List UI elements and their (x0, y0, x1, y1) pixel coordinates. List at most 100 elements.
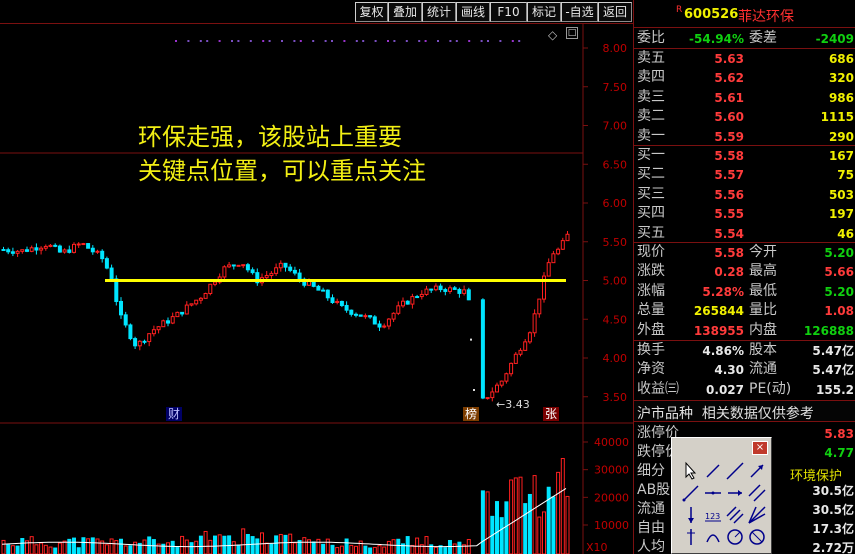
volume-bar (335, 547, 340, 554)
candle-body (532, 313, 537, 334)
sell-level-volume: 1115 (820, 110, 854, 125)
volume-bar (509, 479, 514, 554)
volume-bar (10, 545, 15, 554)
annotation-line-2: 关键点位置，可以重点关注 (138, 157, 426, 185)
arrow-tool-icon[interactable] (680, 504, 702, 526)
pointer-tool-icon[interactable] (680, 460, 702, 482)
fan-tool-icon[interactable] (746, 504, 768, 526)
volume-chart[interactable]: 40000 30000 20000 10000 X10 (0, 424, 633, 554)
indicator-dot (387, 40, 389, 42)
candle-body (86, 243, 91, 249)
ellipse-tool-icon[interactable] (746, 526, 768, 548)
sell-level-volume: 320 (828, 71, 854, 86)
quote-stat-row: 总量 265844 量比 1.08 (634, 301, 855, 320)
volume-bar (194, 540, 199, 554)
candle-body (527, 332, 532, 343)
candle-body (203, 292, 208, 299)
diamond-icon[interactable]: ◇ (548, 28, 557, 42)
candle-body (222, 266, 227, 278)
cycle-line-tool-icon[interactable] (680, 526, 702, 548)
indicator-dot (206, 40, 209, 42)
draw-line-button[interactable]: 画线 (456, 2, 490, 22)
indicator-dot (262, 40, 265, 42)
drawing-toolbox[interactable]: × 123 (671, 437, 772, 554)
volume-bar (452, 543, 457, 554)
stat-value-left: 265844 (693, 304, 744, 319)
candlestick-chart[interactable]: 8.00 7.50 7.00 6.50 6.00 5.50 5.00 4.50 4.00 3.50 (0, 24, 633, 424)
candle-body (415, 296, 420, 299)
channel-tool-icon[interactable] (724, 504, 746, 526)
volume-bar (90, 537, 95, 554)
text-tool-icon[interactable]: 123 (702, 504, 724, 526)
indicator-dot (449, 40, 452, 42)
close-box-icon[interactable]: □ (566, 27, 578, 39)
back-button[interactable]: 返回 (598, 2, 632, 22)
horizontal-line-tool-icon[interactable] (702, 482, 724, 504)
buy-level-label: 买五 (637, 224, 665, 241)
trend-line-tool-icon[interactable] (680, 482, 702, 504)
candle-body (109, 267, 114, 280)
candle-body (311, 280, 316, 287)
indicator-dot (293, 40, 296, 42)
candle-body (349, 309, 354, 315)
volume-bar (377, 545, 382, 554)
y-tick-label: 6.50 (603, 158, 628, 171)
stat-value-right: 1.08 (824, 304, 854, 319)
annotation-line-1: 环保走强，该股站上重要 (138, 123, 402, 151)
circle-tool-icon[interactable] (724, 526, 746, 548)
fuquan-button[interactable]: 复权 (355, 2, 388, 22)
stock-code: 600526 (684, 7, 739, 22)
horizontal-ray-tool-icon[interactable] (724, 482, 746, 504)
indicator-dot (405, 40, 408, 42)
volume-tick-label: 40000 (594, 436, 629, 449)
candle-body (504, 373, 509, 382)
volume-bar (175, 547, 180, 554)
volume-bar (6, 544, 11, 554)
indicator-dot (268, 40, 271, 42)
limit-up-marker[interactable]: 张 (543, 407, 560, 421)
indicator-dot (324, 40, 327, 42)
ray-tool-icon[interactable] (746, 460, 768, 482)
candle-body (175, 311, 180, 318)
stat-label-right: 最低 (749, 282, 777, 299)
candle-body (6, 249, 11, 253)
volume-bar (20, 538, 25, 554)
indicator-dot (511, 40, 514, 42)
volume-bar (363, 545, 368, 554)
stat-value-right: 126888 (803, 323, 854, 338)
volume-bar (142, 539, 147, 554)
stock-terminal-window: 复权 叠加 统计 画线 F10 标记 -自选 返回 8.00 7.50 7.00 6.… (0, 0, 855, 554)
mark-button[interactable]: 标记 (527, 2, 561, 22)
fund-value-left: 0.027 (706, 382, 744, 397)
quote-stat-row: 涨跌 0.28 最高 5.66 (634, 262, 855, 281)
candle-body (142, 340, 147, 343)
straight-line-tool-icon[interactable] (724, 460, 746, 482)
chart-annotation: 环保走强，该股站上重要 关键点位置，可以重点关注 (138, 120, 426, 188)
circulating-value: 30.5亿 (812, 503, 854, 517)
remove-watchlist-button[interactable]: -自选 (561, 2, 598, 22)
statistics-button[interactable]: 统计 (422, 2, 456, 22)
finance-marker[interactable]: 财 (166, 407, 183, 421)
arc-tool-icon[interactable] (702, 526, 724, 548)
sell-level-volume: 290 (828, 129, 854, 144)
parallel-line-tool-icon[interactable] (746, 482, 768, 504)
f10-button[interactable]: F10 (490, 2, 527, 22)
candle-body (358, 314, 363, 317)
sell-level-price: 5.62 (714, 71, 744, 86)
leaderboard-marker[interactable]: 榜 (463, 407, 480, 421)
stat-label-right: 今开 (749, 244, 777, 260)
indicator-dot (418, 40, 421, 42)
candle-body (466, 289, 471, 301)
fund-value-right: 5.47亿 (812, 363, 854, 378)
volume-bar (29, 536, 34, 554)
fund-label-left: 净资 (637, 361, 665, 378)
limit-down-value: 4.77 (824, 446, 854, 460)
candle-body (377, 323, 382, 328)
volume-bar (283, 534, 288, 554)
overlay-button[interactable]: 叠加 (388, 2, 422, 22)
low-price-label: ←3.43 (496, 398, 530, 411)
toolbox-close-button[interactable]: × (752, 441, 768, 455)
line-segment-tool-icon[interactable] (702, 460, 724, 482)
volume-bar (386, 540, 391, 554)
volume-bar (560, 457, 565, 554)
